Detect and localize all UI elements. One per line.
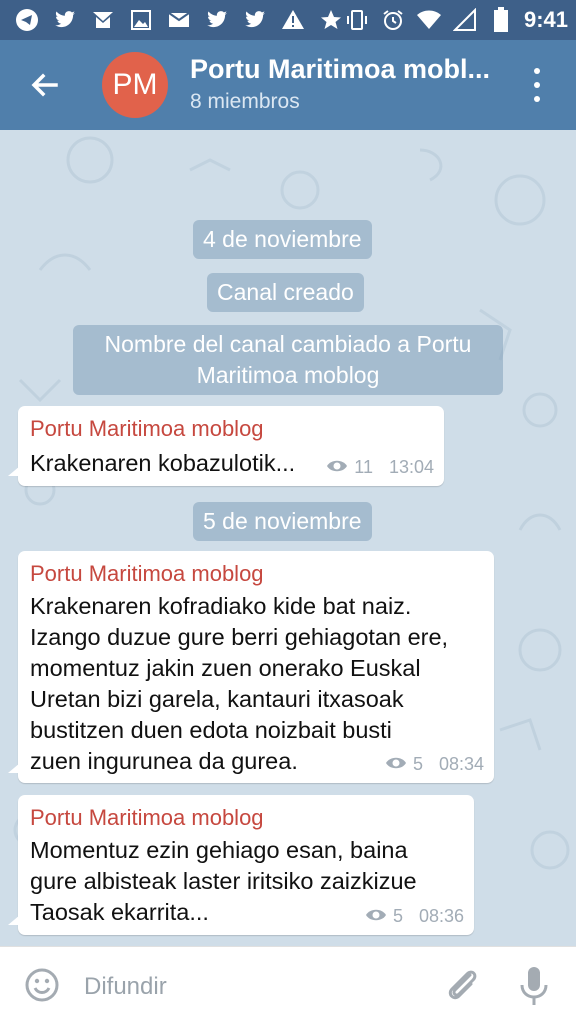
attach-paperclip-icon[interactable] [442, 965, 482, 1005]
views-count: 11 [354, 457, 373, 477]
message-text: Krakenaren kofradiako kide bat naiz. Iza… [30, 591, 448, 777]
message-bubble[interactable]: Portu Maritimoa moblog Krakenaren kobazu… [8, 406, 444, 486]
twitter-icon [204, 7, 230, 33]
message-text: Krakenaren kobazulotik... [30, 450, 296, 476]
service-message: Nombre del canal cambiado a Portu Mariti… [73, 325, 503, 395]
date-divider: 5 de noviembre [193, 502, 372, 541]
battery-icon [488, 7, 514, 33]
composer-bar: Difundir [0, 946, 576, 1025]
message-line: Momentuz ezin gehiago esan, baina [30, 837, 408, 863]
message-sender[interactable]: Portu Maritimoa moblog [30, 805, 264, 831]
star-icon [318, 7, 344, 33]
message-line: bustitzen duen edota noizbait busti [30, 717, 392, 743]
emoji-icon[interactable] [24, 967, 60, 1003]
service-message: Canal creado [207, 273, 364, 312]
gmail-icon [90, 7, 116, 33]
avatar[interactable]: PM [102, 52, 168, 118]
twitter-icon [52, 7, 78, 33]
message-meta: 5 08:34 [385, 754, 484, 775]
message-line: gure albisteak laster iritsiko zaizkizue [30, 868, 417, 894]
channel-title[interactable]: Portu Maritimoa mobl... [190, 54, 500, 85]
message-line: Krakenaren kofradiako kide bat naiz. [30, 593, 412, 619]
message-sender[interactable]: Portu Maritimoa moblog [30, 561, 264, 587]
message-meta: 11 13:04 [326, 457, 434, 478]
signal-icon [452, 7, 478, 33]
date-divider: 4 de noviembre [193, 220, 372, 259]
message-sender[interactable]: Portu Maritimoa moblog [30, 416, 264, 442]
image-icon [128, 7, 154, 33]
message-line: Izango duzue gure berri gehiagotan ere, [30, 624, 449, 650]
views-count: 5 [392, 906, 403, 926]
wifi-icon [416, 7, 442, 33]
microphone-icon[interactable] [516, 965, 552, 1007]
telegram-icon [14, 7, 40, 33]
views-eye-icon [326, 457, 348, 478]
views-eye-icon [365, 906, 387, 927]
vibrate-icon [344, 7, 370, 33]
views-count: 5 [412, 754, 423, 774]
message-line: momentuz jakin zuen onerako Euskal [30, 655, 421, 681]
message-line: Taosak ekarrita... [30, 899, 209, 925]
message-time: 08:36 [418, 906, 464, 926]
message-time: 08:34 [438, 754, 484, 774]
more-options-icon[interactable] [522, 68, 552, 102]
views-eye-icon [385, 754, 407, 775]
service-message-line: Nombre del canal cambiado a Portu [104, 331, 472, 357]
service-message-line: Maritimoa moblog [196, 362, 380, 388]
alarm-icon [380, 7, 406, 33]
back-arrow-icon[interactable] [28, 68, 62, 102]
message-input[interactable]: Difundir [84, 973, 167, 1001]
status-bar: 9:41 [0, 0, 576, 40]
mail-icon [166, 7, 192, 33]
clock: 9:41 [524, 7, 569, 32]
message-text: Momentuz ezin gehiago esan, baina gure a… [30, 835, 417, 928]
message-bubble[interactable]: Portu Maritimoa moblog Momentuz ezin geh… [8, 795, 474, 935]
twitter-icon [242, 7, 268, 33]
chat-area[interactable]: 4 de noviembre Canal creado Nombre del c… [0, 130, 576, 946]
message-meta: 5 08:36 [365, 906, 464, 927]
chat-header: PM Portu Maritimoa mobl... 8 miembros [0, 40, 576, 130]
member-count: 8 miembros [190, 90, 300, 113]
message-time: 13:04 [388, 457, 434, 477]
message-line: Uretan bizi garela, kantauri itxasoak [30, 686, 404, 712]
message-bubble[interactable]: Portu Maritimoa moblog Krakenaren kofrad… [8, 551, 494, 783]
warning-icon [280, 7, 306, 33]
